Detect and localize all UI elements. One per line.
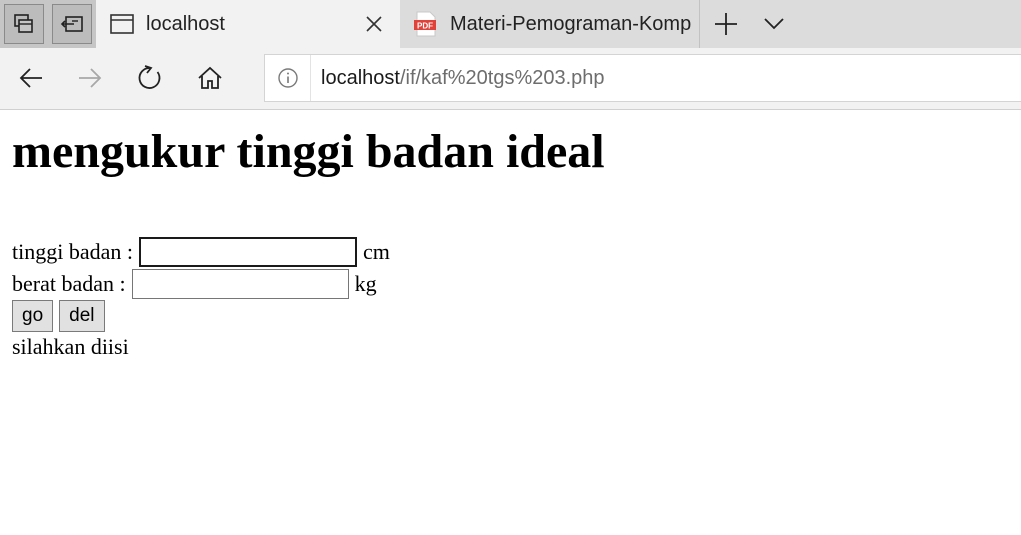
height-unit: cm <box>362 239 390 264</box>
url-host: localhost <box>321 66 400 89</box>
go-button[interactable]: go <box>12 300 54 332</box>
tab-list-button[interactable] <box>750 0 798 48</box>
tab-list-chevron-icon <box>764 18 784 30</box>
new-tab-icon <box>715 13 737 35</box>
url-path: /if/kaf%20tgs%203.php <box>399 66 605 89</box>
del-button[interactable]: del <box>59 300 105 332</box>
page-heading: mengukur tinggi badan ideal <box>12 125 605 178</box>
set-aside-tabs-icon <box>60 16 83 32</box>
set-aside-tabs-button[interactable] <box>48 0 96 48</box>
height-row: tinggi badan : cm <box>12 237 390 267</box>
address-url[interactable]: localhost/if/kaf%20tgs%203.php <box>321 67 605 90</box>
back-button[interactable] <box>3 54 59 102</box>
navigation-bar: localhost/if/kaf%20tgs%203.php <box>0 48 1021 110</box>
address-bar[interactable]: localhost/if/kaf%20tgs%203.php <box>264 54 1021 102</box>
status-message-row: silahkan diisi <box>12 334 129 360</box>
back-arrow-icon <box>19 68 42 88</box>
tab-strip: localhost PDF Materi-Pemograman-Komp <box>0 0 1021 48</box>
page-icon <box>108 10 136 38</box>
svg-text:PDF: PDF <box>417 22 433 31</box>
new-tab-button[interactable] <box>702 0 750 48</box>
weight-row: berat badan : kg <box>12 269 377 299</box>
home-button[interactable] <box>182 54 238 102</box>
page-content: mengukur tinggi badan ideal tinggi badan… <box>12 110 1021 535</box>
height-label: tinggi badan : <box>12 239 133 264</box>
tab-preview-button[interactable] <box>0 0 48 48</box>
forward-button[interactable] <box>62 54 118 102</box>
weight-label: berat badan : <box>12 271 126 296</box>
pdf-icon: PDF <box>412 10 440 38</box>
status-message: silahkan diisi <box>12 334 129 359</box>
tab-materi-pemograman[interactable]: PDF Materi-Pemograman-Komp <box>400 0 700 48</box>
tab-title: localhost <box>146 12 225 35</box>
close-icon[interactable] <box>356 6 392 42</box>
height-input[interactable] <box>138 237 357 267</box>
tab-preview-icon <box>14 14 33 33</box>
tab-title: Materi-Pemograman-Komp <box>450 12 692 35</box>
weight-input[interactable] <box>131 269 349 299</box>
forward-arrow-icon <box>79 68 102 88</box>
tab-localhost[interactable]: localhost <box>96 0 400 48</box>
button-row: go del <box>12 300 111 332</box>
info-icon[interactable] <box>265 55 311 101</box>
weight-unit: kg <box>354 271 377 296</box>
refresh-button[interactable] <box>122 54 178 102</box>
refresh-icon <box>138 65 161 89</box>
home-icon <box>198 66 222 89</box>
